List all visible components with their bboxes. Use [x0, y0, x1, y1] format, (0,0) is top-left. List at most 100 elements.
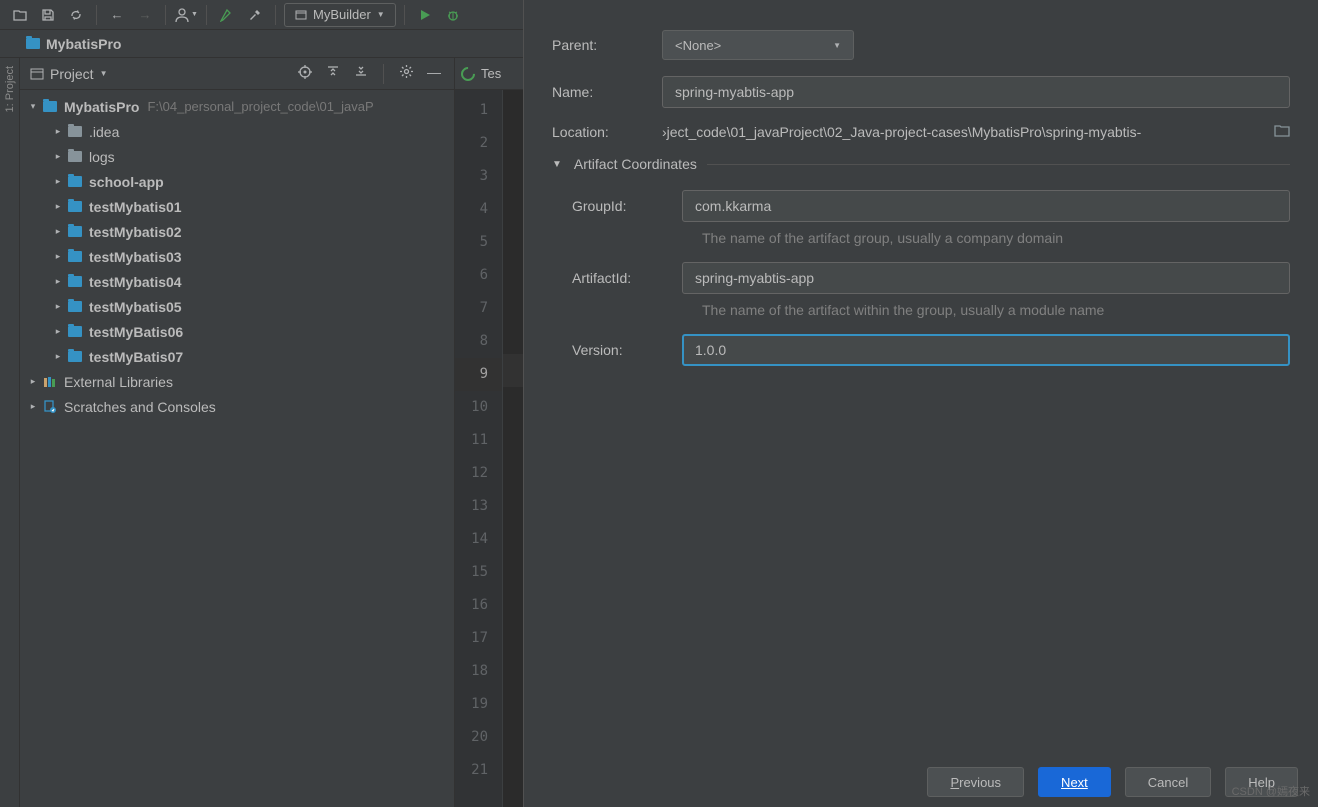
- library-icon: [42, 374, 58, 390]
- tree-label: testMyBatis06: [89, 324, 183, 340]
- collapse-btn[interactable]: [351, 64, 371, 84]
- expand-arrow-icon[interactable]: [28, 376, 38, 387]
- tree-label: MybatisPro: [64, 99, 139, 115]
- line-number: 8: [455, 325, 502, 358]
- tree-root[interactable]: MybatisPro F:\04_personal_project_code\0…: [20, 94, 454, 119]
- hammer-btn[interactable]: [243, 3, 267, 27]
- line-number: 13: [455, 490, 502, 523]
- expand-arrow-icon[interactable]: [28, 401, 38, 412]
- separator: [275, 5, 276, 25]
- line-number: 3: [455, 160, 502, 193]
- expand-arrow-icon[interactable]: [53, 251, 63, 262]
- module-icon: [67, 349, 83, 365]
- left-gutter[interactable]: 1: Project: [0, 58, 20, 807]
- tree-label: testMybatis05: [89, 299, 182, 315]
- tree-item[interactable]: testMybatis02: [20, 219, 454, 244]
- settings-btn[interactable]: [396, 64, 416, 84]
- tree-item[interactable]: testMybatis04: [20, 269, 454, 294]
- breadcrumb-project[interactable]: MybatisPro: [46, 36, 121, 52]
- tab-label[interactable]: Tes: [481, 66, 501, 81]
- dialog-footer: Previous Next Cancel Help: [524, 757, 1318, 807]
- build-btn[interactable]: [215, 3, 239, 27]
- version-input[interactable]: [682, 334, 1290, 366]
- expand-arrow-icon[interactable]: [53, 176, 63, 187]
- watermark: CSDN @嫣夜来: [1232, 783, 1310, 799]
- debug-btn[interactable]: [441, 3, 465, 27]
- tree-label: testMybatis03: [89, 249, 182, 265]
- tree-item[interactable]: testMybatis01: [20, 194, 454, 219]
- expand-arrow-icon[interactable]: [53, 226, 63, 237]
- panel-title[interactable]: Project: [50, 66, 94, 82]
- expand-btn[interactable]: [323, 64, 343, 84]
- line-number: 7: [455, 292, 502, 325]
- run-config-dropdown[interactable]: MyBuilder ▼: [284, 3, 396, 27]
- module-icon: [67, 274, 83, 290]
- groupid-label: GroupId:: [572, 198, 682, 214]
- expand-arrow-icon[interactable]: [53, 301, 63, 312]
- line-number: 15: [455, 556, 502, 589]
- scratch-icon: [42, 399, 58, 415]
- forward-btn[interactable]: →: [133, 3, 157, 27]
- tree-external-libs[interactable]: External Libraries: [20, 369, 454, 394]
- groupid-input[interactable]: [682, 190, 1290, 222]
- expand-arrow-icon[interactable]: [53, 276, 63, 287]
- tree-label: testMybatis04: [89, 274, 182, 290]
- artifact-section-header[interactable]: ▼ Artifact Coordinates: [552, 156, 1290, 172]
- next-button[interactable]: Next: [1038, 767, 1111, 797]
- cancel-button[interactable]: Cancel: [1125, 767, 1211, 797]
- tree-item[interactable]: testMybatis03: [20, 244, 454, 269]
- module-icon: [67, 299, 83, 315]
- separator: [165, 5, 166, 25]
- tree-scratches[interactable]: Scratches and Consoles: [20, 394, 454, 419]
- tree-item[interactable]: testMybatis05: [20, 294, 454, 319]
- name-input[interactable]: [662, 76, 1290, 108]
- line-number: 2: [455, 127, 502, 160]
- module-icon: [67, 199, 83, 215]
- tree-path: F:\04_personal_project_code\01_javaP: [147, 99, 373, 114]
- name-label: Name:: [552, 84, 662, 100]
- line-number: 12: [455, 457, 502, 490]
- line-number: 20: [455, 721, 502, 754]
- tree-item[interactable]: .idea: [20, 119, 454, 144]
- expand-arrow-icon[interactable]: [53, 351, 63, 362]
- avatar-btn[interactable]: ▼: [174, 3, 198, 27]
- line-number: 10: [455, 391, 502, 424]
- tree-item[interactable]: school-app: [20, 169, 454, 194]
- folder-icon: [67, 149, 83, 165]
- project-panel-header: Project ▼ —: [20, 58, 454, 90]
- artifactid-label: ArtifactId:: [572, 270, 682, 286]
- run-btn[interactable]: [413, 3, 437, 27]
- open-btn[interactable]: [8, 3, 32, 27]
- save-btn[interactable]: [36, 3, 60, 27]
- hide-btn[interactable]: —: [424, 64, 444, 84]
- location-label: Location:: [552, 124, 662, 140]
- expand-arrow-icon[interactable]: [53, 126, 63, 137]
- expand-arrow-icon[interactable]: [53, 151, 63, 162]
- tree-label: school-app: [89, 174, 164, 190]
- tree-item[interactable]: testMyBatis07: [20, 344, 454, 369]
- expand-arrow-icon[interactable]: [53, 201, 63, 212]
- parent-dropdown[interactable]: <None> ▼: [662, 30, 854, 60]
- separator: [404, 5, 405, 25]
- back-btn[interactable]: ←: [105, 3, 129, 27]
- module-icon: [67, 224, 83, 240]
- locate-btn[interactable]: [295, 64, 315, 84]
- separator: [383, 64, 384, 84]
- previous-button[interactable]: Previous: [927, 767, 1024, 797]
- tree-item[interactable]: testMyBatis06: [20, 319, 454, 344]
- folder-icon: [26, 38, 40, 49]
- module-icon: [67, 249, 83, 265]
- artifactid-input[interactable]: [682, 262, 1290, 294]
- folder-icon: [67, 124, 83, 140]
- expand-arrow-icon[interactable]: [53, 326, 63, 337]
- tree-item[interactable]: logs: [20, 144, 454, 169]
- line-number: 18: [455, 655, 502, 688]
- line-number: 19: [455, 688, 502, 721]
- separator: [206, 5, 207, 25]
- line-number: 11: [455, 424, 502, 457]
- parent-label: Parent:: [552, 37, 662, 53]
- browse-icon[interactable]: [1274, 124, 1290, 140]
- refresh-btn[interactable]: [64, 3, 88, 27]
- expand-arrow-icon[interactable]: [28, 101, 38, 112]
- tree-label: logs: [89, 149, 115, 165]
